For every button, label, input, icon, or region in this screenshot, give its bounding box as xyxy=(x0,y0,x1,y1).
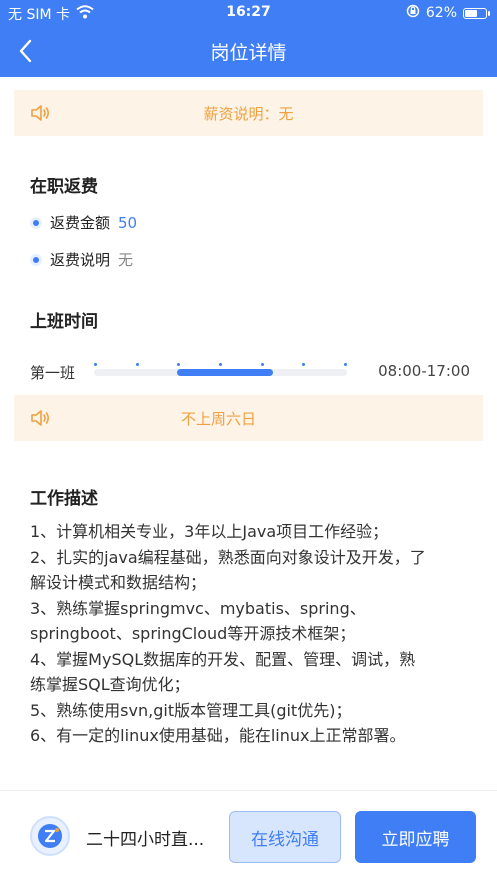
description-line: 2、扎实的java编程基础，熟悉面向对象设计及开发，了解设计模式和数据结构； xyxy=(30,547,426,593)
speaker-icon xyxy=(31,105,50,121)
rebate-title: 在职返费 xyxy=(30,177,98,197)
timeline-tick xyxy=(344,363,347,366)
battery-level xyxy=(465,9,477,17)
timeline-tick xyxy=(302,363,305,366)
job-detail-content[interactable]: 薪资说明：无 在职返费 返费金额 50 返费说明 无 上班时间 第一班 08:0… xyxy=(0,77,497,790)
nav-bar: 岗位详情 xyxy=(0,26,497,77)
timeline-tick xyxy=(136,363,139,366)
shift-row: 第一班 08:00-17:00 xyxy=(30,360,470,384)
description-line: 6、有一定的linux使用基础，能在linux上正常部署。 xyxy=(30,726,406,745)
shift-name: 第一班 xyxy=(30,364,76,382)
timeline-tick xyxy=(177,363,180,366)
rebate-amount-label: 返费金额 xyxy=(50,214,111,232)
description-line: 1、计算机相关专业，3年以上Java项目工作经验； xyxy=(30,522,389,541)
timeline-tick xyxy=(219,363,222,366)
work-time-title: 上班时间 xyxy=(30,312,98,332)
shift-time: 08:00-17:00 xyxy=(378,362,470,380)
salary-notice: 薪资说明：无 xyxy=(14,90,483,136)
salary-notice-text: 薪资说明：无 xyxy=(203,104,294,123)
bullet-dot-icon xyxy=(30,216,42,229)
company-name[interactable]: 二十四小时直... xyxy=(86,825,224,850)
battery-percent: 62% xyxy=(425,5,457,21)
apply-now-button[interactable]: 立即应聘 xyxy=(355,811,476,863)
weekend-notice-text: 不上周六日 xyxy=(180,409,256,428)
company-logo[interactable] xyxy=(30,816,70,856)
description-line: 4、掌握MySQL数据库的开发、配置、管理、调试，熟练掌握SQL查询优化； xyxy=(30,649,416,695)
timeline-tick xyxy=(94,363,97,366)
battery-icon xyxy=(463,7,490,19)
shift-range-bar xyxy=(177,369,273,376)
page-title: 岗位详情 xyxy=(210,42,287,64)
weekend-notice: 不上周六日 xyxy=(14,395,483,441)
app-header: 无 SIM 卡 16:27 62% 岗位详情 xyxy=(0,0,497,77)
rebate-amount-value: 50 xyxy=(118,213,138,232)
bullet-dot-icon xyxy=(30,253,42,266)
status-right: 62% xyxy=(406,4,490,22)
description-line: 3、熟练掌握springmvc、mybatis、spring、springboo… xyxy=(30,598,366,644)
rebate-amount-row: 返费金额 50 xyxy=(30,212,137,233)
status-bar: 无 SIM 卡 16:27 62% xyxy=(0,0,497,26)
rebate-note-label: 返费说明 xyxy=(50,251,111,269)
company-logo-icon xyxy=(38,824,62,848)
timeline-tick xyxy=(261,363,264,366)
online-chat-button[interactable]: 在线沟通 xyxy=(229,811,341,863)
job-description-title: 工作描述 xyxy=(30,489,98,509)
job-description-body: 1、计算机相关专业，3年以上Java项目工作经验； 2、扎实的java编程基础，… xyxy=(30,519,430,749)
description-line: 5、熟练使用svn,git版本管理工具(git优先)； xyxy=(30,700,352,720)
speaker-icon xyxy=(31,410,50,426)
rebate-note-value: 无 xyxy=(118,251,134,269)
bottom-action-bar: 二十四小时直... 在线沟通 立即应聘 xyxy=(0,790,497,883)
rebate-note-row: 返费说明 无 xyxy=(30,249,133,270)
rotation-lock-icon xyxy=(406,4,420,22)
shift-timeline xyxy=(94,363,347,376)
